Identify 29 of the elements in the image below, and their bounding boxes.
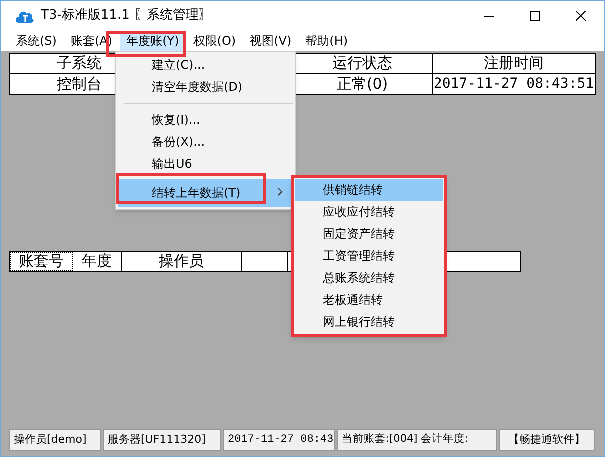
window-title: T3-标准版11.1 〖系统管理〗 — [41, 7, 212, 26]
menu-item[interactable]: 供销链结转 — [295, 179, 443, 201]
menu-item[interactable]: 应收应付结转 — [295, 201, 443, 223]
status-field: 服务器[UF111320] — [103, 429, 221, 451]
menu-item[interactable]: 老板通结转 — [295, 289, 443, 311]
menu-item[interactable]: 网上银行结转 — [295, 311, 443, 333]
status-field: 2017-11-27 08:43 — [223, 429, 335, 451]
menu-item[interactable]: 输出U6 — [118, 153, 293, 175]
status-field: 【畅捷通软件】 — [499, 429, 595, 451]
close-icon — [576, 11, 586, 21]
column-header: 账套号 — [10, 252, 73, 271]
table-cell-text: 2017-11-27 08:43:51 — [433, 74, 595, 94]
maximize-icon — [530, 11, 540, 21]
status-field: 操作员[demo] — [9, 429, 101, 451]
menu-item[interactable]: 总账系统结转 — [295, 267, 443, 289]
menu-item[interactable]: 备份(X)... — [118, 131, 293, 153]
menu-item[interactable]: 恢复(I)... — [118, 109, 293, 131]
menu-item[interactable]: 权限(O) — [186, 31, 244, 51]
menu-item[interactable]: 帮助(H) — [298, 31, 356, 51]
chevron-right-icon — [278, 188, 283, 196]
menu-item[interactable]: 建立(C)... — [118, 54, 293, 76]
status-field: 当前账套:[004] 会计年度: — [337, 429, 497, 451]
column-header: 年度 — [73, 252, 122, 271]
menu-item[interactable]: 固定资产结转 — [295, 223, 443, 245]
menu-item[interactable]: 视图(V) — [243, 31, 299, 51]
column-header: 注册时间 — [483, 54, 545, 73]
column-header: 操作员 — [122, 252, 242, 271]
menu-item[interactable]: 工资管理结转 — [295, 245, 443, 267]
menu-item[interactable]: 系统(S) — [9, 31, 64, 51]
